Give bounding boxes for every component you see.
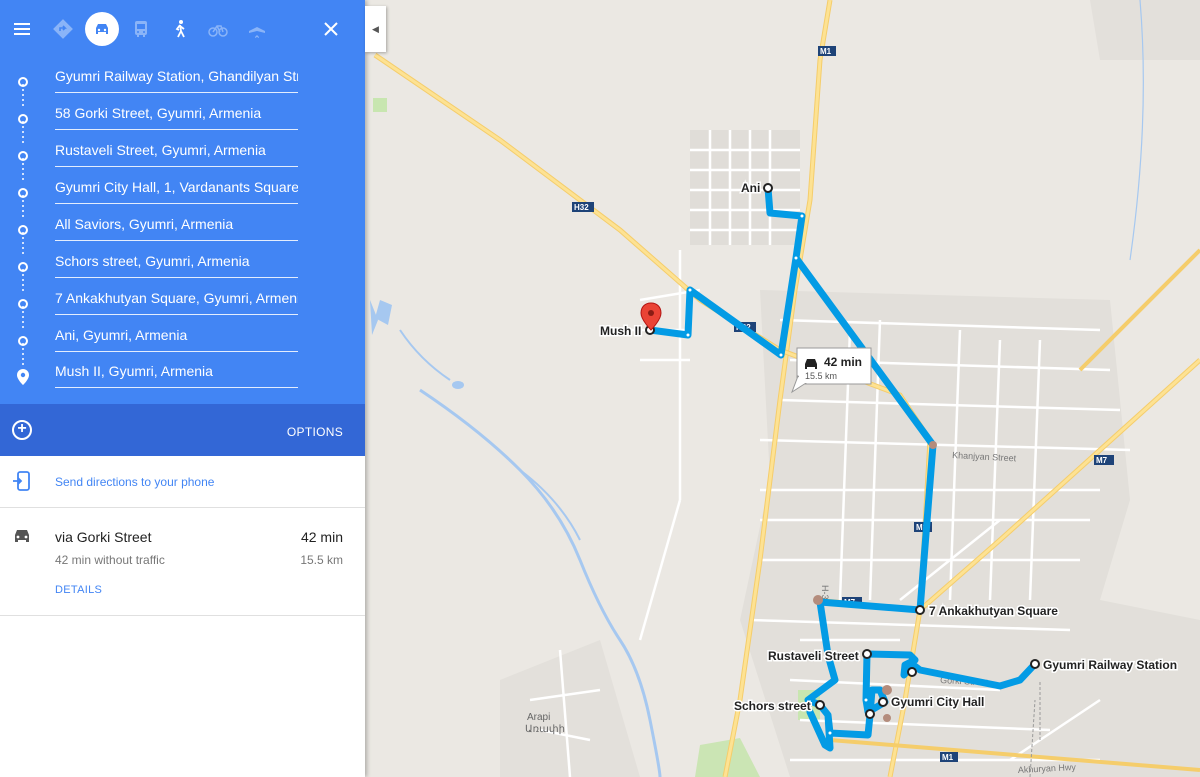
waypoint-circle-icon (18, 151, 28, 161)
transit-mode-icon[interactable] (124, 12, 158, 46)
road-label: M7 (1096, 456, 1108, 465)
waypoint-marker[interactable] (763, 183, 773, 193)
stop-row: Gyumri Railway Station, Ghandilyan Str (0, 67, 365, 104)
waypoint-marker[interactable] (915, 605, 925, 615)
waypoint-marker[interactable] (907, 667, 917, 677)
send-to-phone-row[interactable]: Send directions to your phone (0, 456, 365, 508)
place-label: Arapi (527, 712, 550, 723)
place-label: Ani (741, 181, 760, 195)
cycling-mode-icon[interactable] (201, 12, 235, 46)
waypoint-circle-icon (18, 114, 28, 124)
route-via: via Gorki Street (55, 529, 152, 545)
send-directions-link[interactable]: Send directions to your phone (55, 475, 214, 489)
waypoint-circle-icon (18, 262, 28, 272)
landmark-icon (929, 441, 937, 449)
add-destination-icon[interactable]: + (12, 420, 32, 440)
route-option[interactable]: via Gorki Street 42 min without traffic … (0, 508, 365, 616)
map[interactable]: M1 M1 M1 M7 M7 H32 H32 H-32 Khanjyan Str… (365, 0, 1200, 777)
stop-row: Rustaveli Street, Gyumri, Armenia (0, 141, 365, 178)
callout-distance: 15.5 km (805, 371, 837, 381)
stop-input[interactable]: 58 Gorki Street, Gyumri, Armenia (55, 104, 298, 130)
waypoint-circle-icon (18, 77, 28, 87)
walking-mode-icon[interactable] (163, 12, 197, 46)
route-distance: 15.5 km (300, 553, 343, 567)
place-label: Schors street (734, 699, 811, 713)
waypoint-marker[interactable] (862, 649, 872, 659)
place-label: 7 Ankakhutyan Square (929, 604, 1058, 618)
waypoint-circle-icon (18, 299, 28, 309)
destination-input[interactable]: Mush II, Gyumri, Armenia (55, 362, 298, 388)
place-label: Առափի (525, 724, 565, 735)
road-label: M1 (820, 47, 832, 56)
stop-input[interactable]: Gyumri City Hall, 1, Vardanants Square, (55, 178, 298, 204)
landmark-icon (883, 714, 891, 722)
waypoint-circle-icon (18, 336, 28, 346)
waypoint-circle-icon (18, 225, 28, 235)
destination-pin-icon (17, 369, 29, 385)
stop-input[interactable]: 7 Ankakhutyan Square, Gyumri, Armeni (55, 289, 298, 315)
landmark-icon (882, 685, 892, 695)
options-button[interactable]: OPTIONS (287, 425, 343, 439)
options-bar: + OPTIONS (0, 404, 365, 456)
traffic-note: 42 min without traffic (55, 553, 165, 567)
send-to-phone-icon (13, 471, 30, 491)
driving-mode-icon[interactable] (85, 12, 119, 46)
waypoint-marker[interactable] (1030, 659, 1040, 669)
road-label: M1 (942, 753, 954, 762)
place-label: Gyumri Railway Station (1043, 658, 1177, 672)
place-label: Mush II (600, 324, 641, 338)
stop-row: Gyumri City Hall, 1, Vardanants Square, (0, 178, 365, 215)
stop-input[interactable]: All Saviors, Gyumri, Armenia (55, 215, 298, 241)
close-icon[interactable] (314, 12, 348, 46)
route-duration: 42 min (300, 529, 343, 545)
stop-row: Schors street, Gyumri, Armenia (0, 252, 365, 289)
stop-input[interactable]: Gyumri Railway Station, Ghandilyan Str (55, 67, 298, 93)
place-label: Rustaveli Street (768, 649, 859, 663)
landmark-icon (813, 595, 823, 605)
stop-row: Mush II, Gyumri, Armenia (0, 362, 365, 399)
collapse-panel-button[interactable]: ◀ (365, 6, 386, 52)
waypoint-circle-icon (18, 188, 28, 198)
stop-input[interactable]: Rustaveli Street, Gyumri, Armenia (55, 141, 298, 167)
waypoint-marker[interactable] (878, 697, 888, 707)
place-label: Gyumri City Hall (891, 695, 984, 709)
directions-header: Gyumri Railway Station, Ghandilyan Str 5… (0, 0, 365, 404)
car-icon (15, 530, 29, 542)
flights-mode-icon[interactable] (240, 12, 274, 46)
stop-input[interactable]: Schors street, Gyumri, Armenia (55, 252, 298, 278)
stop-row: 58 Gorki Street, Gyumri, Armenia (0, 104, 365, 141)
waypoint-marker[interactable] (815, 700, 825, 710)
waypoint-marker[interactable] (865, 709, 875, 719)
road-label: H32 (574, 203, 589, 212)
stop-row: Ani, Gyumri, Armenia (0, 326, 365, 363)
stop-row: 7 Ankakhutyan Square, Gyumri, Armeni (0, 289, 365, 326)
stop-row: All Saviors, Gyumri, Armenia (0, 215, 365, 252)
directions-panel: Gyumri Railway Station, Ghandilyan Str 5… (0, 0, 365, 777)
details-button[interactable]: DETAILS (55, 584, 102, 596)
menu-icon[interactable] (5, 12, 39, 46)
stop-input[interactable]: Ani, Gyumri, Armenia (55, 326, 298, 352)
callout-duration: 42 min (824, 355, 862, 369)
best-route-icon[interactable] (46, 12, 80, 46)
